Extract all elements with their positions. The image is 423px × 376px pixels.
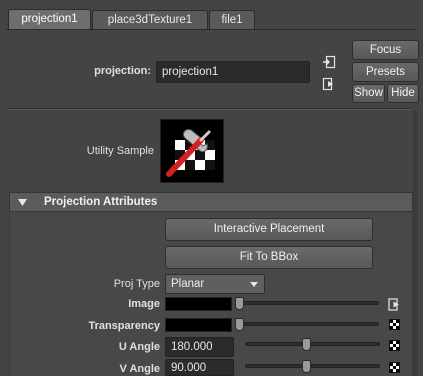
image-color-swatch[interactable] <box>165 297 232 311</box>
u-angle-map-button[interactable] <box>389 340 400 351</box>
node-name-label: projection: <box>94 65 151 77</box>
image-slider-track[interactable] <box>236 301 379 305</box>
proj-type-label: Proj Type <box>113 278 160 290</box>
proj-type-value: Planar <box>171 278 205 290</box>
transparency-map-button[interactable] <box>389 319 400 330</box>
tab-bar: projection1 place3dTexture1 file1 <box>0 0 423 30</box>
fit-to-bbox-button[interactable]: Fit To BBox <box>165 246 373 269</box>
u-angle-slider-track[interactable] <box>245 342 380 346</box>
presets-button[interactable]: Presets <box>352 62 419 82</box>
section-title: Projection Attributes <box>44 196 158 208</box>
v-angle-field[interactable]: 90.000 <box>165 359 234 376</box>
utility-tool-icon <box>166 129 215 177</box>
node-name-field[interactable]: projection1 <box>156 61 310 83</box>
separator <box>8 108 413 110</box>
tab-file1[interactable]: file1 <box>209 10 255 29</box>
scrollbar[interactable] <box>413 110 417 376</box>
transparency-label: Transparency <box>88 320 160 332</box>
projection-attributes-header[interactable]: Projection Attributes <box>9 192 413 212</box>
output-connections-icon[interactable] <box>322 77 336 91</box>
tab-place3dtexture1[interactable]: place3dTexture1 <box>92 10 208 29</box>
image-label: Image <box>128 298 160 310</box>
hide-button[interactable]: Hide <box>387 84 419 103</box>
v-angle-label: V Angle <box>119 363 160 375</box>
interactive-placement-button[interactable]: Interactive Placement <box>165 218 373 241</box>
u-angle-slider-thumb[interactable] <box>302 338 311 351</box>
transparency-slider-track[interactable] <box>236 322 379 326</box>
image-slider-thumb[interactable] <box>235 297 244 310</box>
chevron-down-icon <box>250 282 258 287</box>
u-angle-label: U Angle <box>118 341 160 353</box>
tab-bar-divider <box>6 29 417 30</box>
proj-type-dropdown[interactable]: Planar <box>165 274 265 294</box>
input-connections-icon[interactable] <box>322 55 336 69</box>
collapse-triangle-icon <box>18 199 27 206</box>
transparency-color-swatch[interactable] <box>165 318 232 332</box>
v-angle-map-button[interactable] <box>389 362 400 373</box>
u-angle-field[interactable]: 180.000 <box>165 337 234 357</box>
v-angle-slider-track[interactable] <box>245 364 380 368</box>
transparency-slider-thumb[interactable] <box>235 318 244 331</box>
utility-sample-label: Utility Sample <box>86 145 154 157</box>
image-map-connection-icon[interactable] <box>388 298 401 311</box>
utility-sample-swatch[interactable] <box>160 119 224 183</box>
tab-projection1[interactable]: projection1 <box>8 9 91 29</box>
show-button[interactable]: Show <box>352 84 385 103</box>
v-angle-slider-thumb[interactable] <box>302 360 311 373</box>
focus-button[interactable]: Focus <box>352 40 419 60</box>
